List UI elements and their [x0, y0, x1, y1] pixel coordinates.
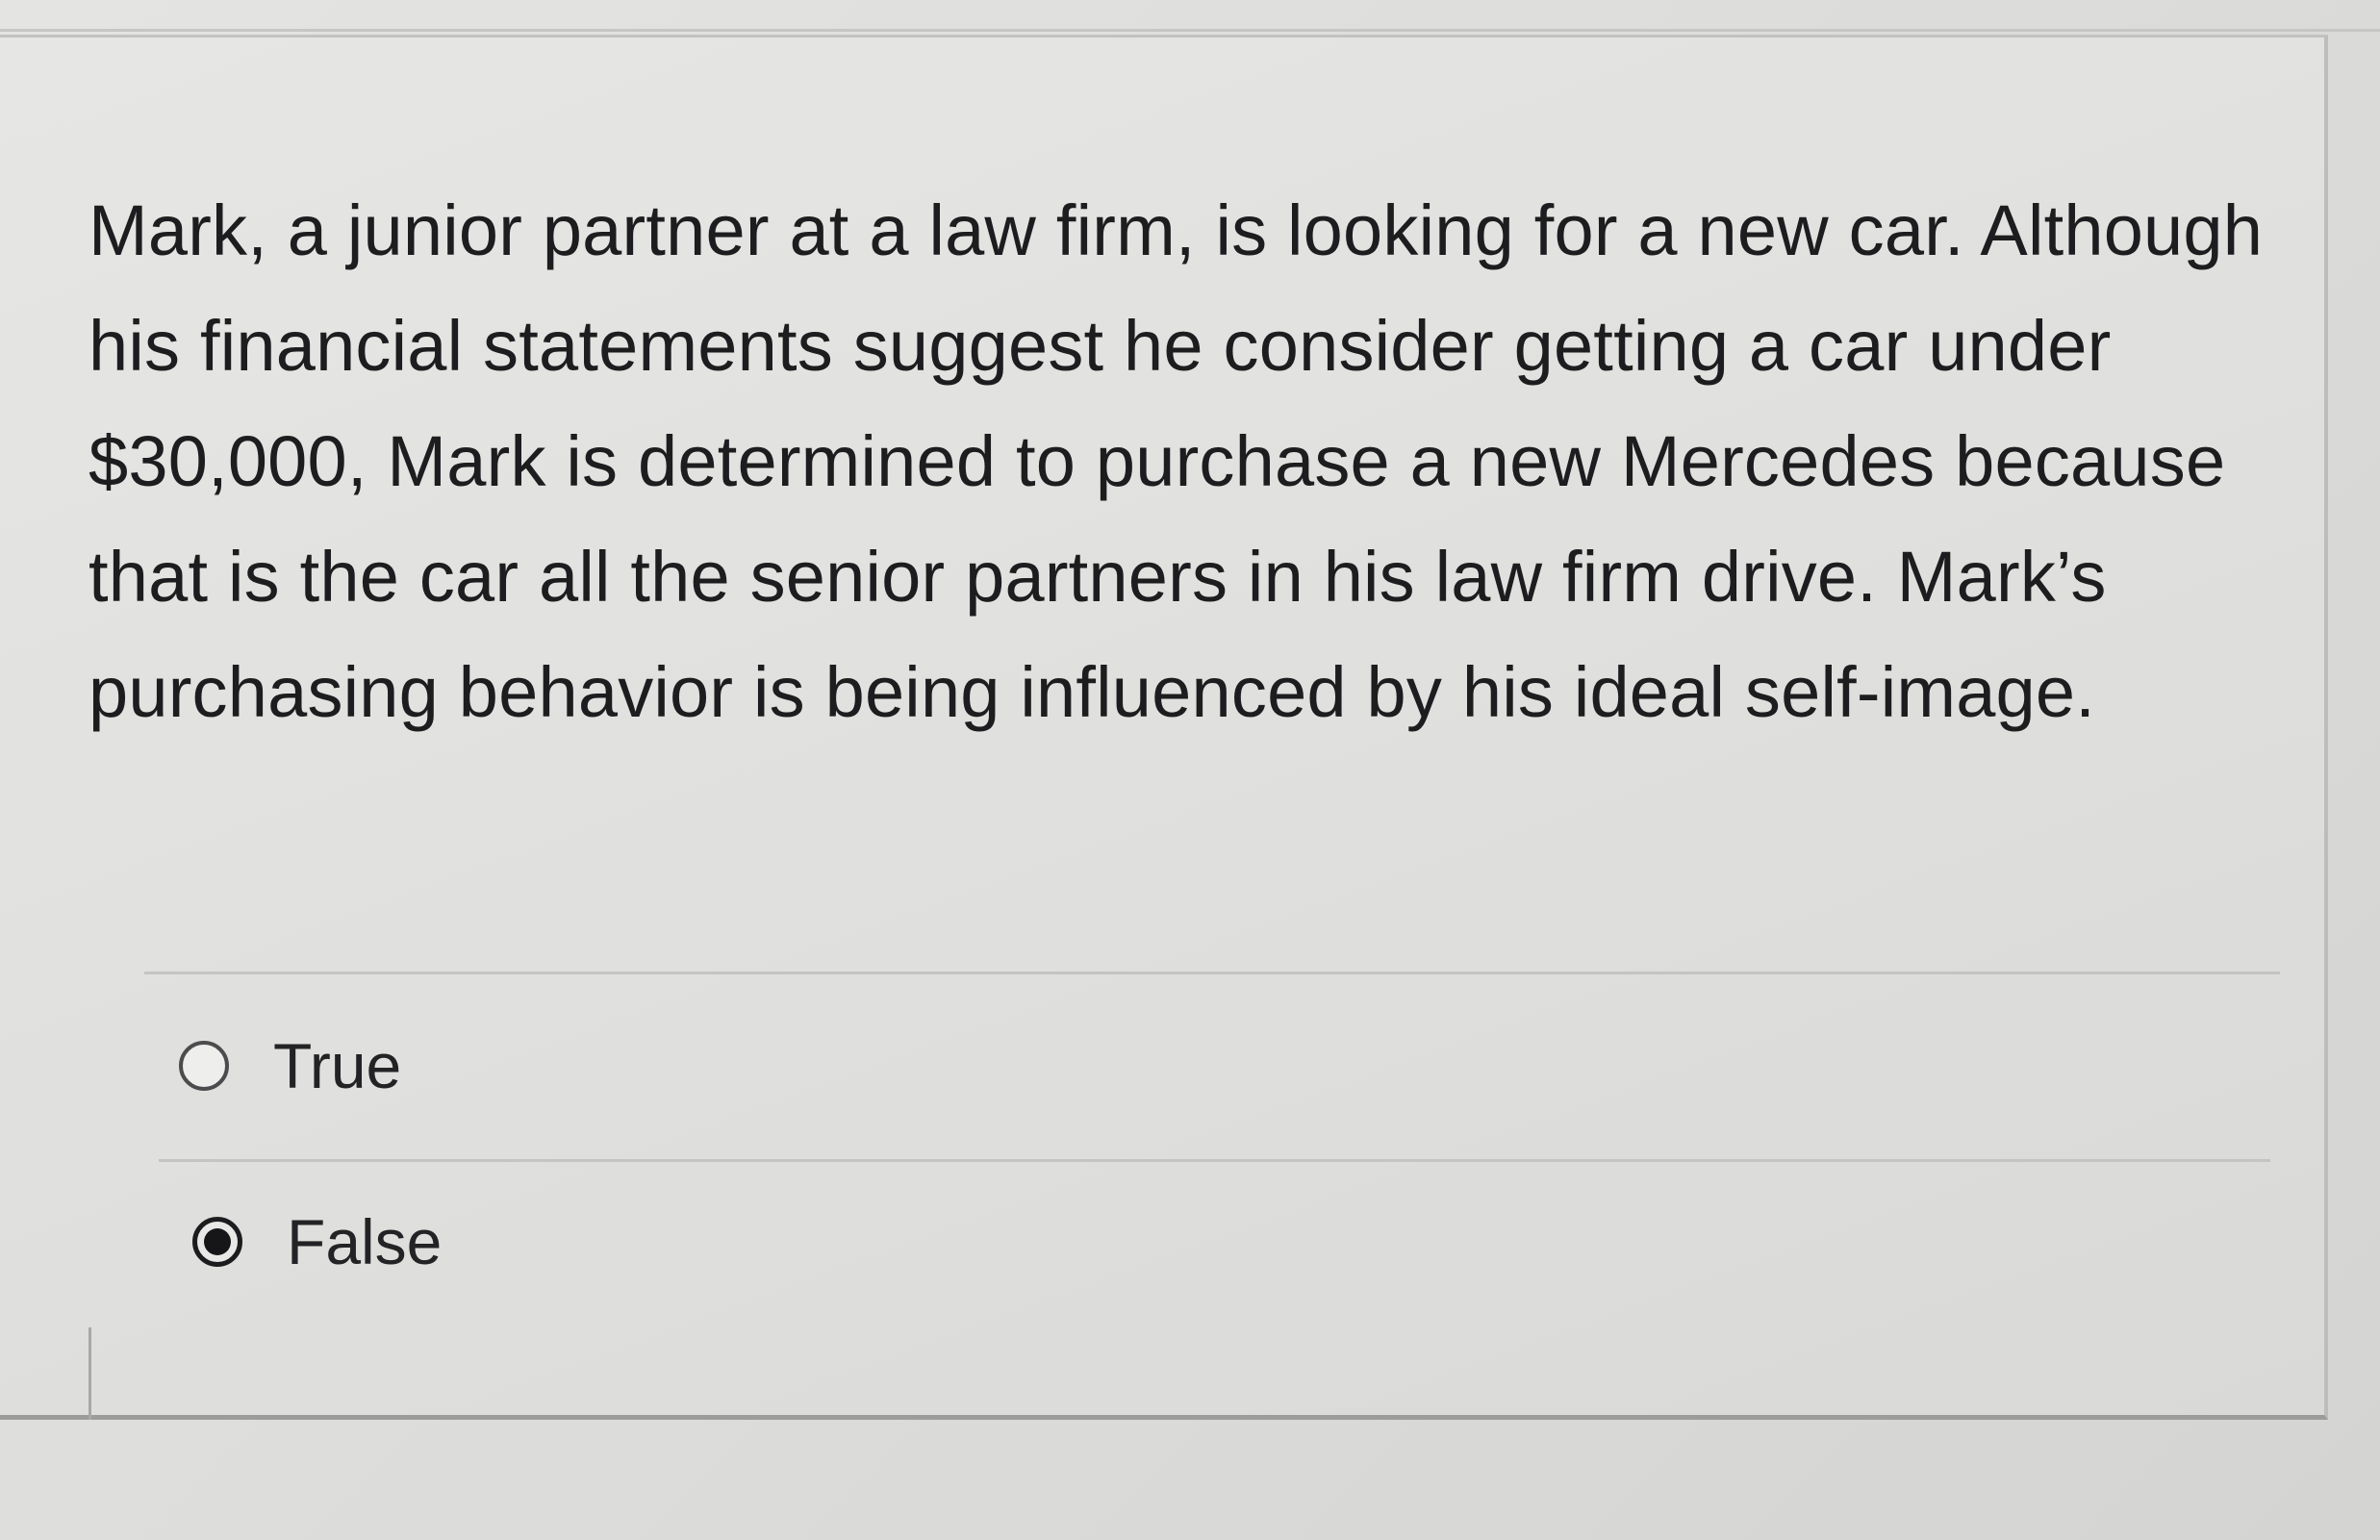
options-top-divider [144, 972, 2280, 974]
options-middle-divider [159, 1159, 2270, 1162]
option-true-label[interactable]: True [273, 1034, 401, 1098]
option-false-label[interactable]: False [287, 1210, 442, 1274]
option-false[interactable]: False [192, 1210, 442, 1274]
option-true[interactable]: True [179, 1034, 401, 1098]
radio-false-selected[interactable] [192, 1217, 242, 1267]
question-text: Mark, a junior partner at a law firm, is… [89, 190, 2264, 732]
card-left-edge [89, 1327, 91, 1420]
radio-true[interactable] [179, 1041, 229, 1091]
top-divider [0, 29, 2380, 32]
